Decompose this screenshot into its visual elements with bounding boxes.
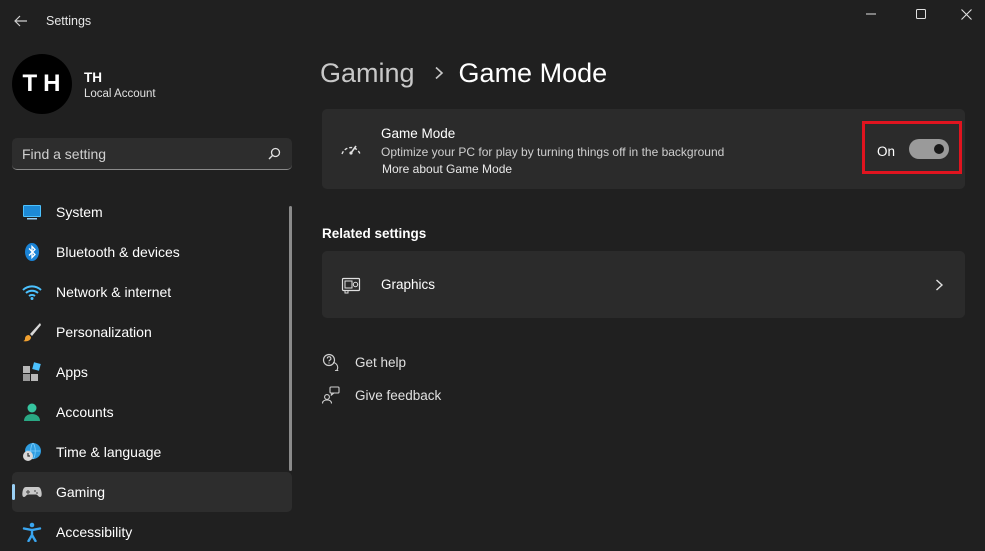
avatar[interactable]: TH	[12, 54, 72, 114]
bluetooth-icon	[25, 243, 39, 261]
selection-indicator	[12, 484, 15, 500]
sidebar-item-label: Personalization	[56, 324, 152, 340]
sidebar-item-label: Network & internet	[56, 284, 172, 300]
maximize-button[interactable]	[898, 0, 944, 28]
gamepad-icon	[22, 487, 42, 497]
sidebar-item-label: Bluetooth & devices	[56, 244, 180, 260]
sidebar-item-accounts[interactable]: Accounts	[12, 392, 292, 432]
breadcrumb: Gaming Game Mode	[320, 56, 607, 90]
get-help-link[interactable]: Get help	[322, 353, 406, 371]
speedometer-icon	[341, 145, 361, 155]
graphics-card-icon	[341, 277, 361, 294]
globe-clock-icon	[23, 442, 41, 461]
sidebar-item-label: Time & language	[56, 444, 162, 460]
account-type: Local Account	[84, 88, 156, 100]
minimize-button[interactable]	[848, 0, 894, 28]
highlight-box	[862, 121, 962, 174]
help-chat-icon	[322, 353, 339, 371]
person-icon	[24, 403, 40, 421]
get-help-label: Get help	[355, 354, 407, 370]
sidebar-item-bluetooth[interactable]: Bluetooth & devices	[12, 232, 292, 272]
sidebar-item-label: Accessibility	[56, 524, 133, 540]
setting-description: Optimize your PC for play by turning thi…	[381, 145, 725, 159]
sidebar-item-label: Apps	[56, 364, 88, 380]
maximize-icon	[916, 9, 926, 19]
wifi-icon	[22, 285, 42, 300]
sidebar-item-time-language[interactable]: Time & language	[12, 432, 292, 472]
search-input[interactable]	[12, 138, 260, 169]
sidebar-item-accessibility[interactable]: Accessibility	[12, 512, 292, 551]
minimize-icon	[866, 13, 876, 15]
graphics-label: Graphics	[381, 277, 436, 292]
back-arrow-icon	[14, 15, 27, 27]
graphics-row[interactable]: Graphics	[322, 251, 965, 318]
feedback-icon	[322, 386, 340, 404]
sidebar-item-personalization[interactable]: Personalization	[12, 312, 292, 352]
chevron-right-icon	[936, 279, 944, 291]
brush-icon	[23, 323, 41, 342]
search-icon[interactable]	[266, 146, 282, 162]
sidebar-item-label: Gaming	[56, 484, 106, 500]
back-button[interactable]	[8, 8, 34, 34]
sidebar-scrollbar[interactable]	[289, 206, 292, 471]
apps-icon	[23, 362, 41, 381]
related-settings-heading: Related settings	[322, 226, 427, 241]
app-title: Settings	[46, 14, 92, 28]
give-feedback-link[interactable]: Give feedback	[322, 386, 441, 404]
close-icon	[960, 8, 972, 20]
sidebar-item-label: System	[56, 204, 103, 220]
sidebar-item-system[interactable]: System	[12, 192, 292, 232]
monitor-icon	[23, 205, 41, 220]
close-button[interactable]	[943, 0, 985, 28]
chevron-right-icon	[435, 66, 443, 80]
sidebar-item-apps[interactable]: Apps	[12, 352, 292, 392]
sidebar-item-gaming[interactable]: Gaming	[12, 472, 292, 512]
search-box[interactable]	[12, 138, 292, 170]
give-feedback-label: Give feedback	[355, 387, 442, 403]
user-name: TH	[84, 70, 102, 85]
sidebar-item-network[interactable]: Network & internet	[12, 272, 292, 312]
breadcrumb-parent[interactable]: Gaming	[320, 58, 415, 89]
accessibility-icon	[22, 522, 42, 542]
more-about-link[interactable]: More about Game Mode	[382, 162, 512, 176]
setting-title: Game Mode	[381, 126, 456, 141]
sidebar-item-label: Accounts	[56, 404, 114, 420]
page-title: Game Mode	[458, 57, 608, 88]
sidebar-nav: System Bluetooth & devices Network & int…	[12, 192, 292, 551]
title-bar: Settings	[0, 0, 985, 44]
